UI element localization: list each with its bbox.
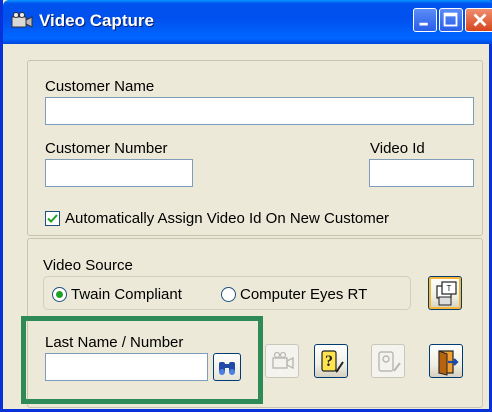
video-source-settings-icon: T [436,281,457,306]
svg-text:?: ? [325,353,333,370]
customer-number-input[interactable] [45,159,193,187]
camera-icon [11,12,33,28]
video-source-settings-button[interactable]: T [428,276,462,310]
auto-assign-checkbox[interactable] [45,211,60,226]
customer-number-label: Customer Number [45,140,168,157]
window-title: Video Capture [39,11,154,30]
video-id-label: Video Id [370,140,425,157]
help-icon: ? [321,350,344,373]
last-name-number-input[interactable] [45,353,208,381]
checkmark-icon [47,214,58,223]
search-button[interactable] [213,353,241,381]
close-button[interactable] [465,8,492,32]
radio-computer-eyes-rt[interactable] [221,287,236,302]
video-capture-window: Video Capture Customer Name Customer Num… [0,0,492,412]
video-id-input[interactable] [369,159,474,187]
minimize-button[interactable] [413,8,437,32]
radio-twain-compliant[interactable] [52,287,67,302]
auto-assign-label[interactable]: Automatically Assign Video Id On New Cus… [65,210,389,227]
radio-selected-dot [56,291,63,298]
video-source-label: Video Source [43,257,133,274]
help-button[interactable]: ? [314,344,348,378]
computer-eyes-rt-label[interactable]: Computer Eyes RT [240,286,367,303]
svg-text:T: T [447,284,452,293]
binoculars-icon [219,362,235,375]
camera-capture-icon [272,351,294,370]
security-icon [378,351,401,372]
maximize-icon [443,12,458,27]
title-bar[interactable]: Video Capture [3,0,492,44]
customer-name-label: Customer Name [45,78,155,95]
exit-door-icon [438,350,459,376]
close-icon [473,13,487,27]
maximize-button[interactable] [439,8,463,32]
exit-button[interactable] [429,344,463,378]
last-name-number-label: Last Name / Number [45,334,184,351]
customer-name-input[interactable] [45,97,474,125]
minimize-icon [419,22,428,26]
twain-compliant-label[interactable]: Twain Compliant [71,286,182,303]
capture-button[interactable] [265,344,299,378]
security-button[interactable] [371,344,405,378]
